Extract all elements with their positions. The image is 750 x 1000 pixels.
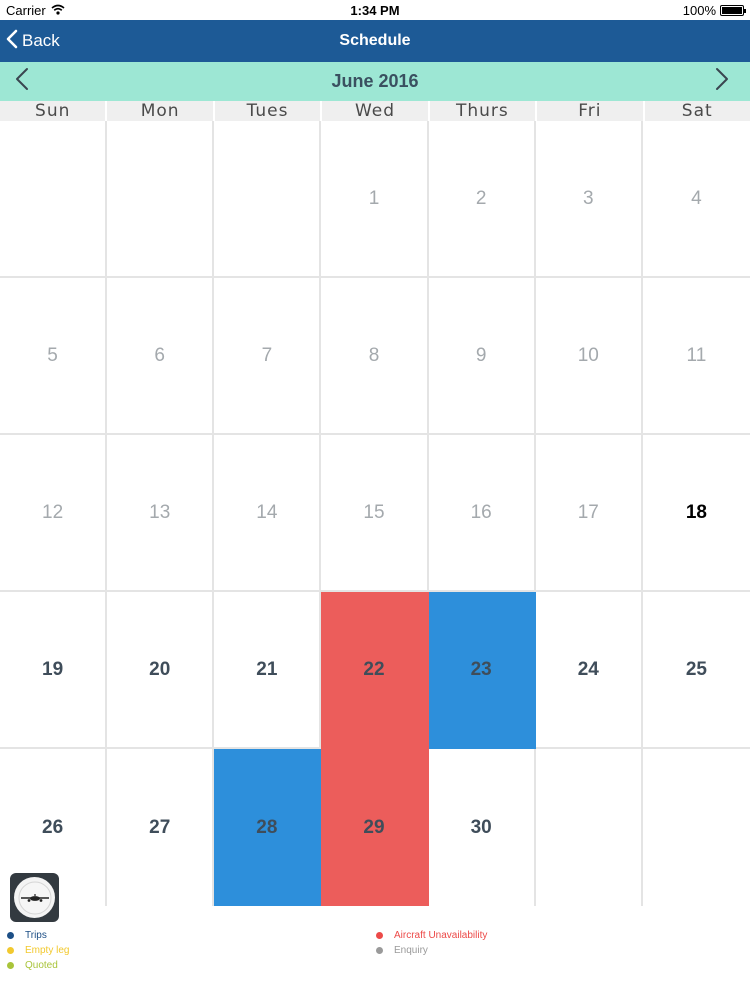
day-cell-empty	[107, 121, 215, 278]
day-cell[interactable]: 9	[428, 278, 536, 435]
day-cell-today[interactable]: 18	[642, 435, 750, 592]
day-cell[interactable]: 21	[214, 592, 322, 749]
legend-dot	[7, 932, 14, 939]
legend-dot	[376, 947, 383, 954]
weekday-header: Sun Mon Tues Wed Thurs Fri Sat	[0, 101, 750, 121]
day-cell-empty	[536, 749, 643, 906]
battery-percent: 100%	[682, 3, 716, 18]
back-button[interactable]: Back	[6, 20, 60, 62]
weekday-tue: Tues	[215, 101, 323, 121]
legend: Trips Empty leg Quoted Aircraft Unavaila…	[0, 928, 750, 1000]
legend-item-aircraft-unavailability: Aircraft Unavailability	[376, 930, 487, 941]
day-cell-trip[interactable]: 28	[214, 749, 322, 906]
day-cell[interactable]: 4	[642, 121, 750, 278]
legend-label: Quoted	[25, 960, 58, 971]
day-cell-empty	[643, 749, 750, 906]
day-cell[interactable]: 24	[535, 592, 643, 749]
day-cell[interactable]: 2	[428, 121, 536, 278]
legend-dot	[7, 962, 14, 969]
day-cell-empty	[0, 121, 108, 278]
day-cell-empty	[214, 121, 322, 278]
status-time: 1:34 PM	[350, 3, 400, 18]
day-cell[interactable]: 20	[107, 592, 215, 749]
calendar-grid: 1 2 3 4 5 6 7 8 9 10 11 12 13 14 15 16 1…	[0, 121, 750, 906]
battery-icon	[720, 5, 746, 16]
legend-label: Trips	[25, 930, 47, 941]
back-label: Back	[22, 31, 60, 50]
day-cell-trip[interactable]: 23	[428, 592, 536, 749]
day-cell[interactable]: 3	[535, 121, 643, 278]
day-cell[interactable]: 8	[321, 278, 429, 435]
chevron-right-icon	[715, 67, 729, 96]
chevron-left-icon	[6, 29, 18, 54]
day-cell[interactable]: 15	[321, 435, 429, 592]
day-cell[interactable]: 14	[214, 435, 322, 592]
day-cell[interactable]: 1	[321, 121, 429, 278]
battery-group: 100%	[682, 3, 746, 18]
legend-item-quoted: Quoted	[7, 960, 58, 971]
weekday-sun: Sun	[0, 101, 108, 121]
day-cell-aircraft-unavailability[interactable]: 29	[321, 749, 429, 906]
aircraft-selector-button[interactable]	[10, 873, 59, 922]
navigation-bar: Back Schedule	[0, 20, 750, 62]
day-cell[interactable]: 25	[642, 592, 750, 749]
day-cell[interactable]: 5	[0, 278, 108, 435]
legend-item-enquiry: Enquiry	[376, 945, 428, 956]
day-cell[interactable]: 19	[0, 592, 108, 749]
day-cell[interactable]: 10	[535, 278, 643, 435]
airplane-icon	[14, 877, 55, 918]
weekday-sat: Sat	[681, 101, 713, 121]
weekday-mon: Mon	[107, 101, 215, 121]
weekday-thu: Thurs	[430, 101, 538, 121]
month-bar: June 2016	[0, 62, 750, 101]
legend-item-trips: Trips	[7, 930, 47, 941]
weekday-wed: Wed	[322, 101, 430, 121]
day-cell-aircraft-unavailability[interactable]: 22	[321, 592, 429, 749]
legend-dot	[376, 932, 383, 939]
page-title: Schedule	[339, 32, 411, 49]
day-cell[interactable]: 12	[0, 435, 108, 592]
day-cell[interactable]: 30	[429, 749, 536, 906]
legend-label: Aircraft Unavailability	[394, 930, 488, 941]
status-bar: Carrier 1:34 PM 100%	[0, 0, 750, 20]
month-title: June 2016	[331, 71, 419, 91]
next-month-button[interactable]	[700, 62, 744, 101]
legend-label: Enquiry	[394, 945, 428, 956]
legend-label: Empty leg	[25, 945, 70, 956]
day-cell[interactable]: 27	[107, 749, 215, 906]
day-cell[interactable]: 17	[535, 435, 643, 592]
weekday-fri: Fri	[537, 101, 645, 121]
legend-dot	[7, 947, 14, 954]
legend-item-empty-leg: Empty leg	[7, 945, 69, 956]
day-cell[interactable]: 6	[107, 278, 215, 435]
day-cell[interactable]: 13	[107, 435, 215, 592]
day-cell[interactable]: 16	[428, 435, 536, 592]
day-cell[interactable]: 7	[214, 278, 322, 435]
day-cell[interactable]: 11	[642, 278, 750, 435]
